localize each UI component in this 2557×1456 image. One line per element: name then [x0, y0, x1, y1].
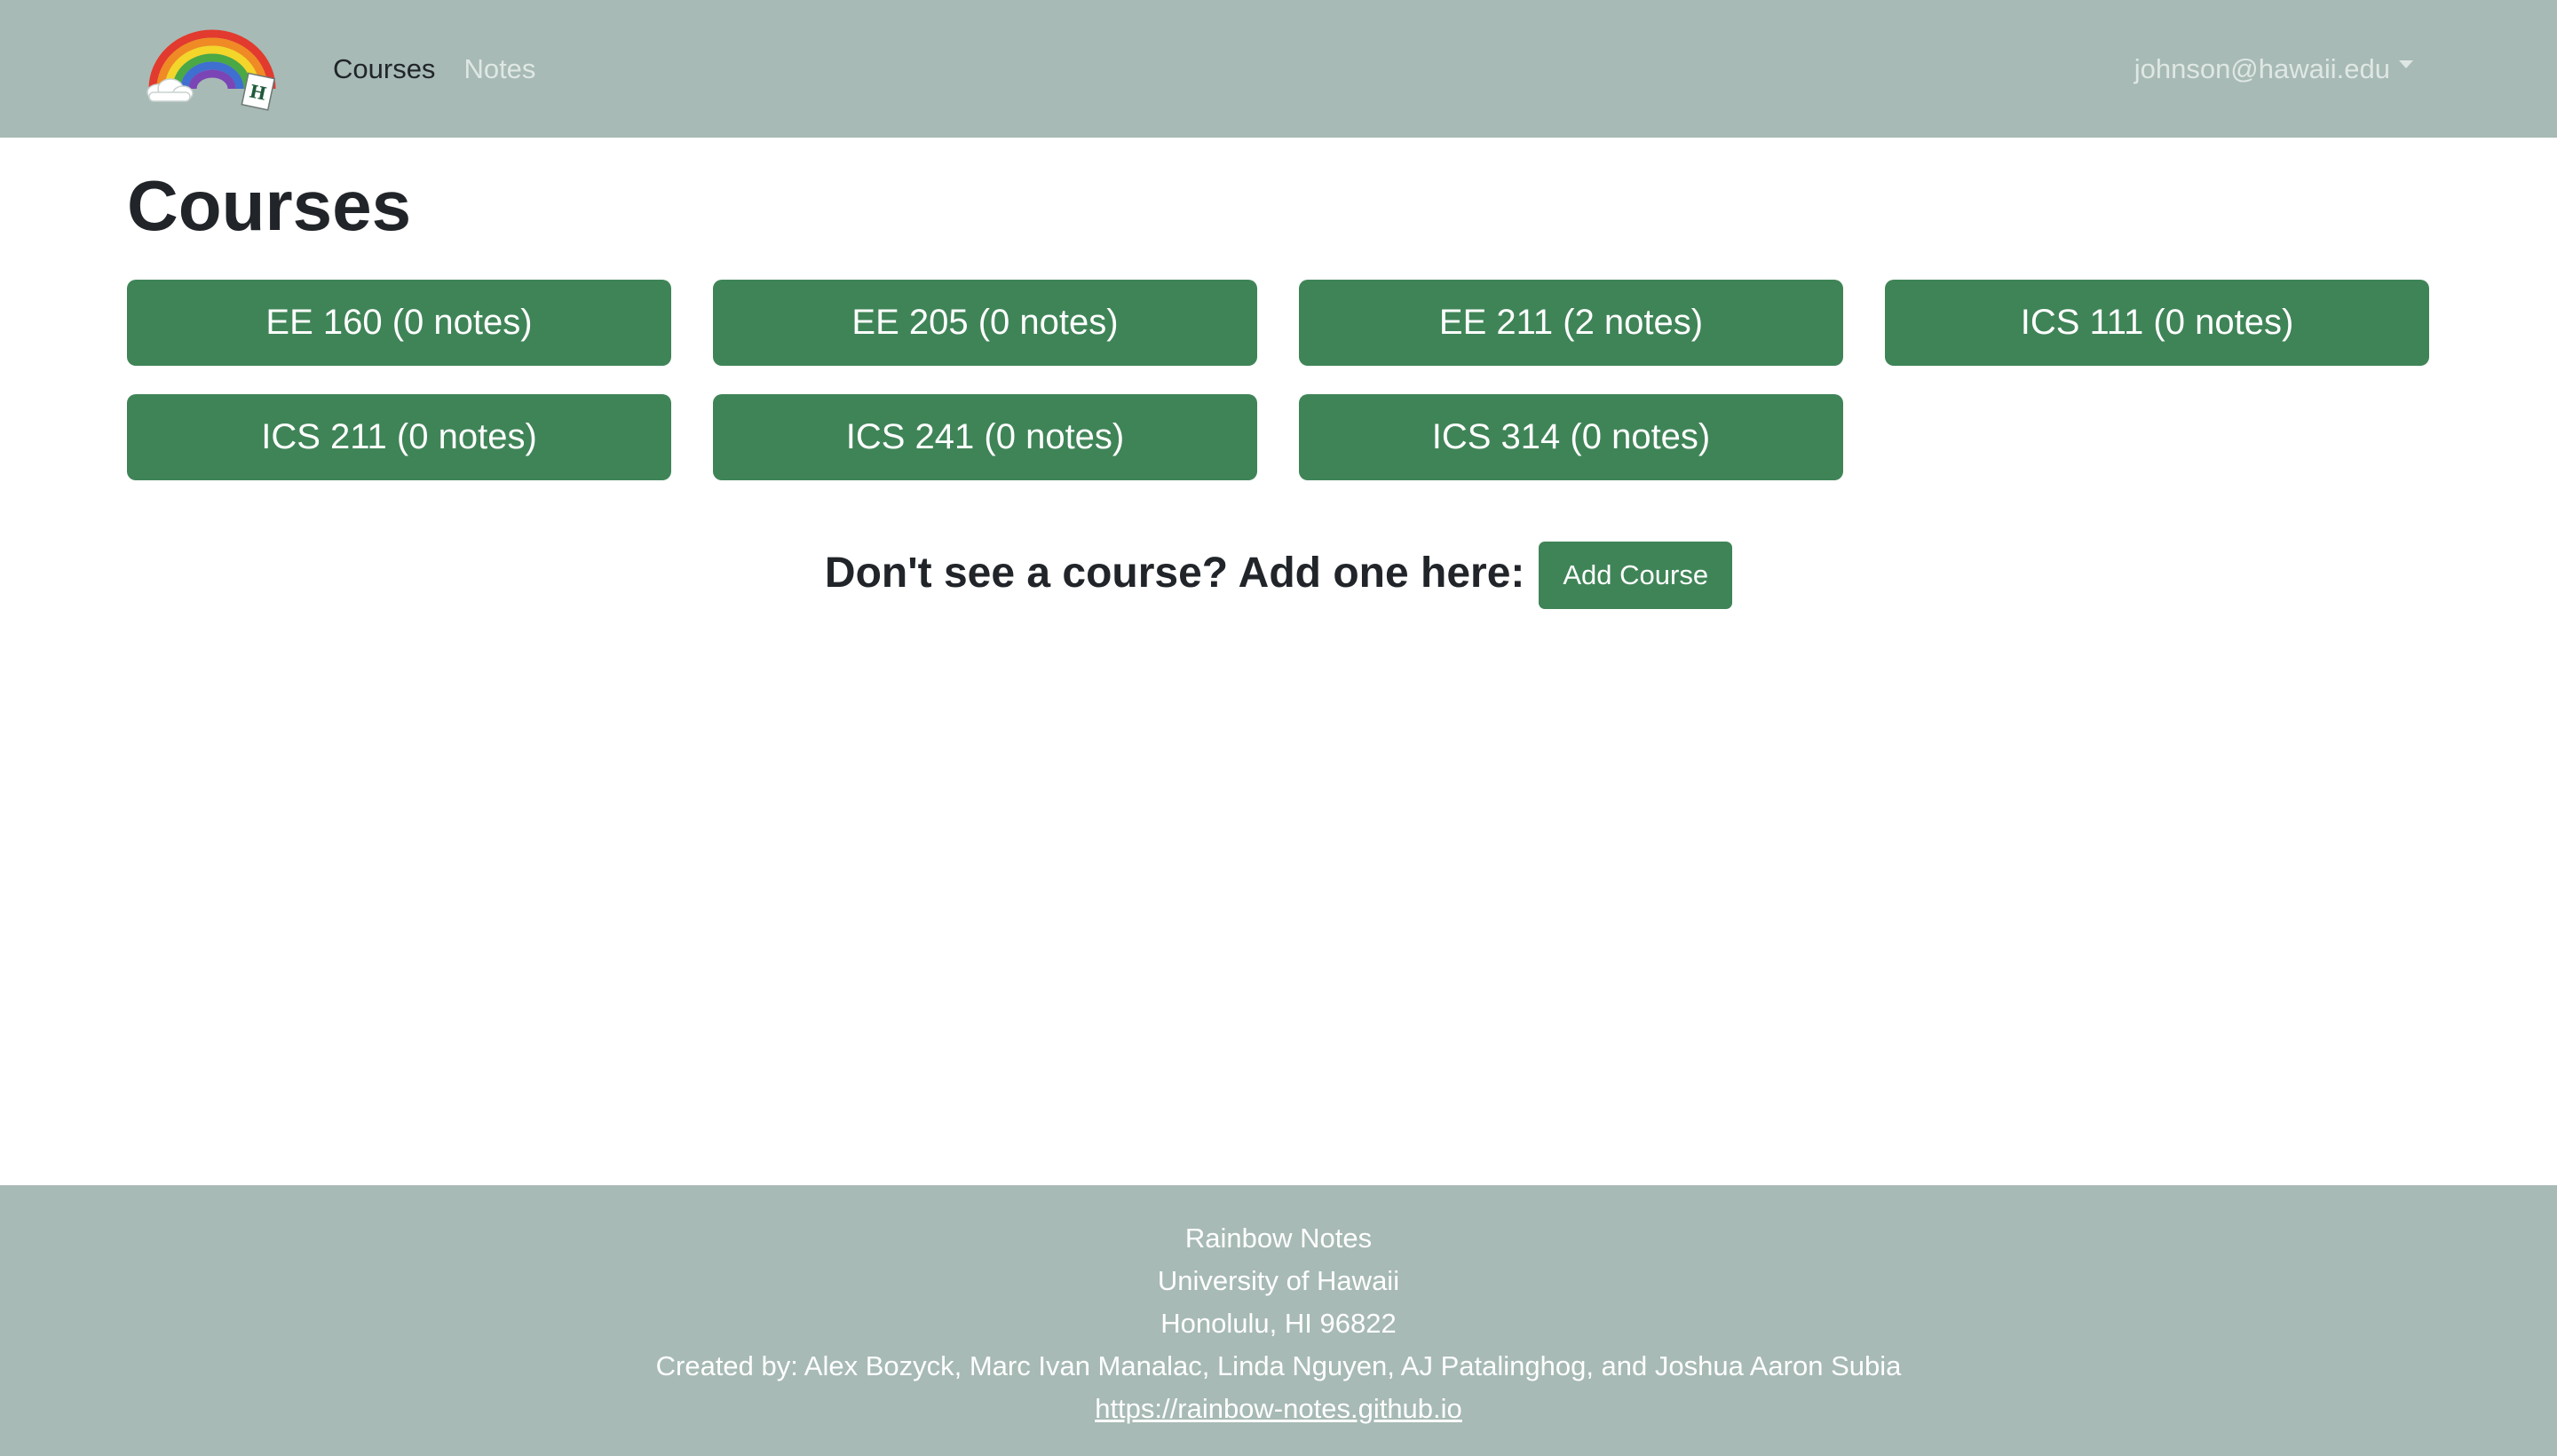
course-button-ee-211[interactable]: EE 211 (2 notes)	[1299, 280, 1843, 366]
footer-app-name: Rainbow Notes	[1184, 1223, 1373, 1254]
course-button-ics-111[interactable]: ICS 111 (0 notes)	[1885, 280, 2429, 366]
course-grid: EE 160 (0 notes) EE 205 (0 notes) EE 211…	[127, 280, 2429, 480]
footer: Rainbow Notes University of Hawaii Honol…	[0, 1185, 2557, 1456]
course-button-ics-314[interactable]: ICS 314 (0 notes)	[1299, 394, 1843, 480]
course-button-ee-160[interactable]: EE 160 (0 notes)	[127, 280, 671, 366]
footer-address: Honolulu, HI 96822	[1160, 1308, 1397, 1339]
page-title: Courses	[127, 166, 412, 245]
rainbow-logo-icon[interactable]: H	[140, 20, 284, 112]
user-email: johnson@hawaii.edu	[2133, 52, 2390, 84]
course-button-ics-211[interactable]: ICS 211 (0 notes)	[127, 394, 671, 480]
nav-link-courses[interactable]: Courses	[333, 53, 435, 85]
add-course-prompt: Don't see a course? Add one here:	[824, 549, 1525, 597]
add-course-button[interactable]: Add Course	[1539, 542, 1733, 609]
footer-credits: Created by: Alex Bozyck, Marc Ivan Manal…	[655, 1350, 1902, 1381]
caret-down-icon	[2399, 60, 2413, 68]
user-menu-dropdown[interactable]: johnson@hawaii.edu	[2134, 0, 2413, 138]
footer-website-link[interactable]: https://rainbow-notes.github.io	[1095, 1393, 1462, 1424]
navbar: H Courses Notes johnson@hawaii.edu	[0, 0, 2557, 138]
footer-university: University of Hawaii	[1157, 1265, 1400, 1296]
course-button-ee-205[interactable]: EE 205 (0 notes)	[713, 280, 1257, 366]
course-button-ics-241[interactable]: ICS 241 (0 notes)	[713, 394, 1257, 480]
nav-link-notes[interactable]: Notes	[463, 53, 535, 85]
add-course-row: Don't see a course? Add one here: Add Co…	[0, 536, 2557, 609]
nav-links: Courses Notes	[333, 0, 535, 138]
